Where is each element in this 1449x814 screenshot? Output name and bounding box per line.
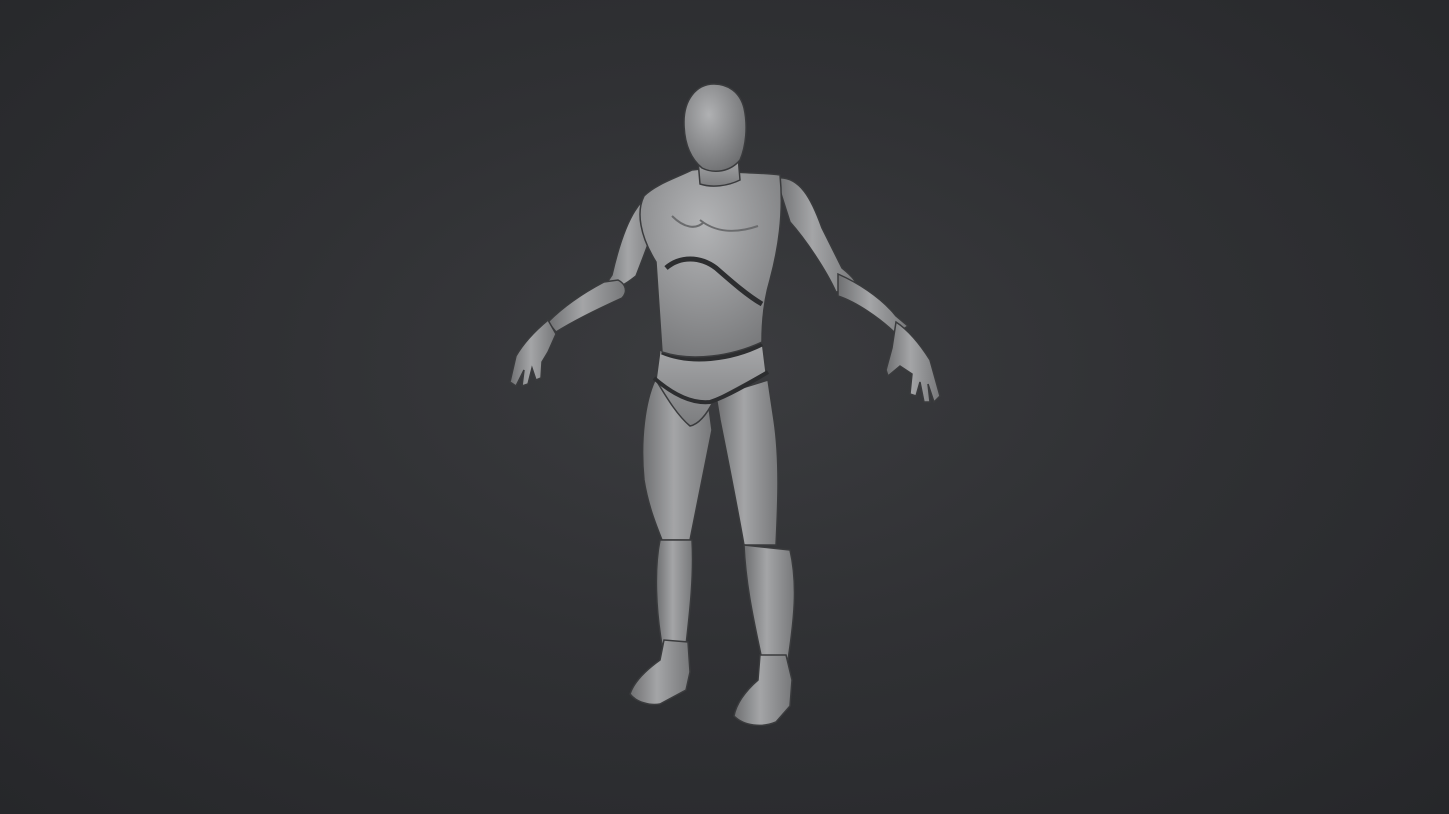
3d-viewport[interactable] (0, 0, 1449, 814)
torso (639, 167, 782, 358)
left-leg (629, 377, 713, 706)
right-arm (775, 177, 941, 404)
mannequin-figure (509, 83, 941, 727)
head (683, 83, 747, 173)
right-leg (715, 379, 796, 727)
left-arm (509, 194, 661, 388)
